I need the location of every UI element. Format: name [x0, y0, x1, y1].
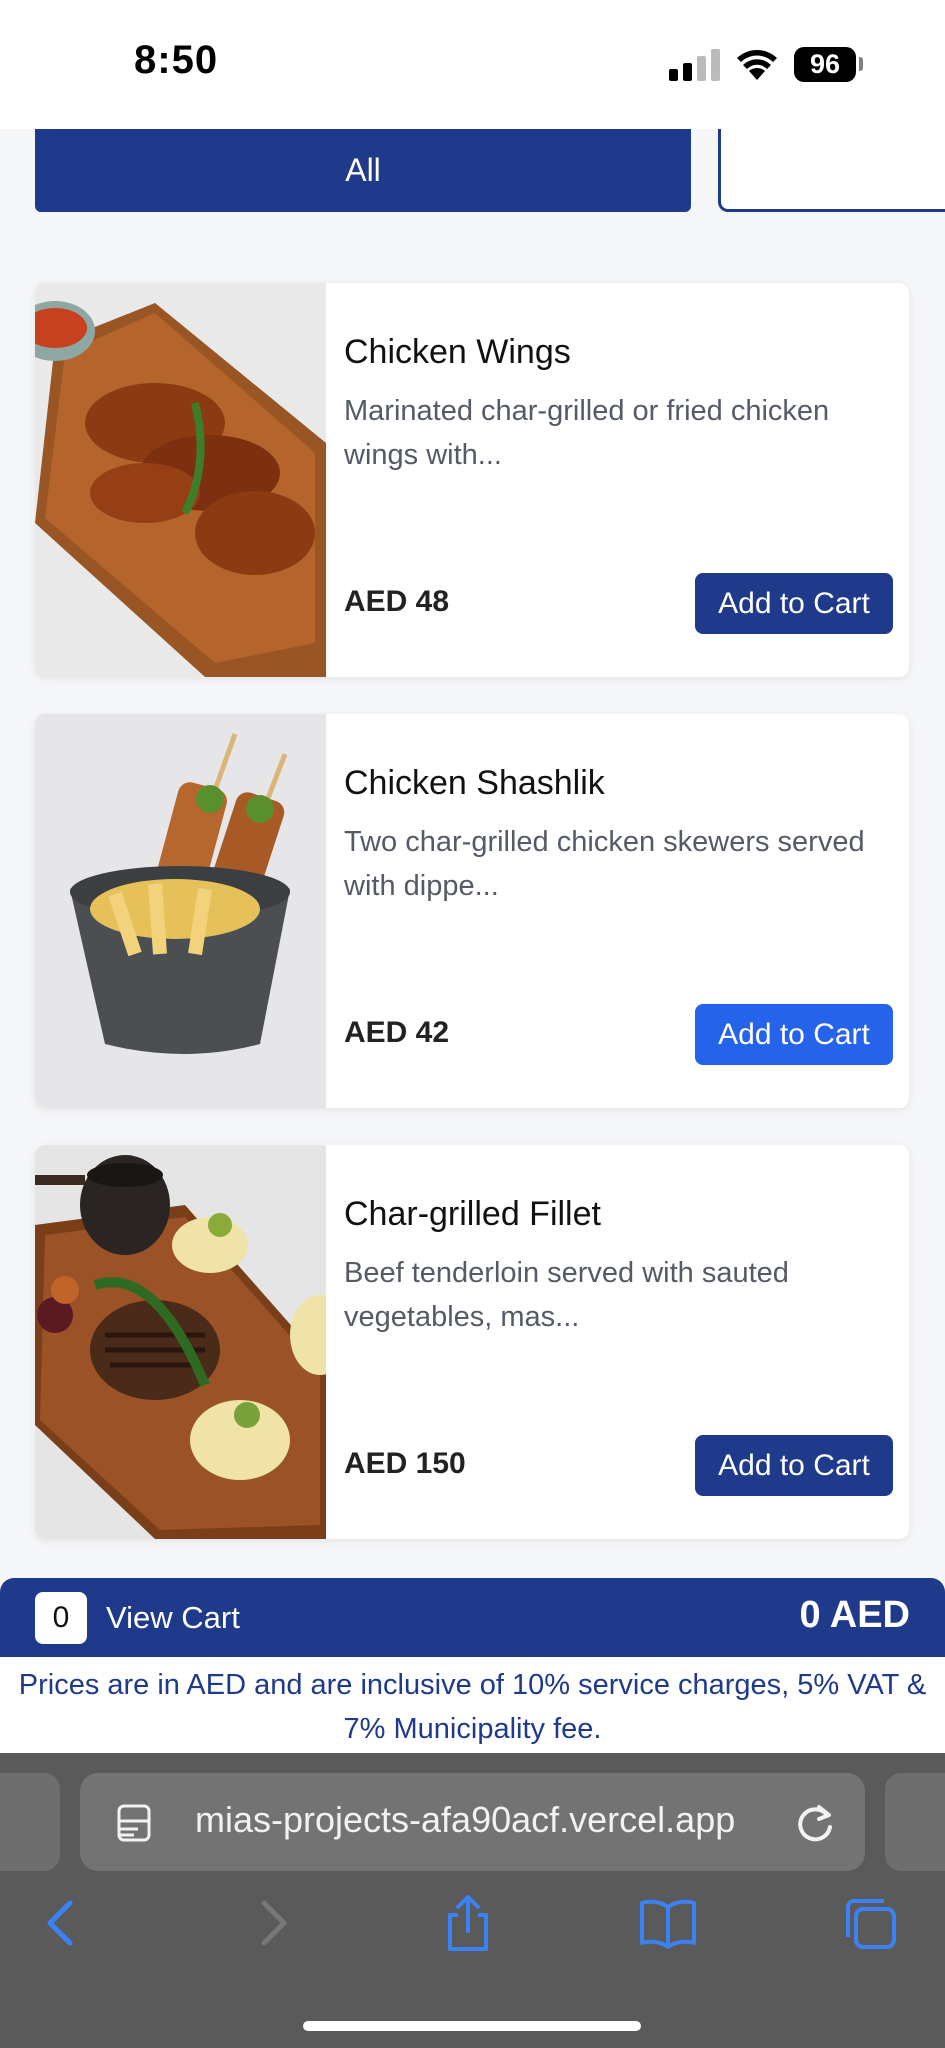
item-price: AED 150 [344, 1447, 466, 1480]
chicken-wings-image [35, 283, 326, 677]
cart-count-badge: 0 [35, 1592, 87, 1644]
cart-total: 0 AED [799, 1594, 910, 1636]
forward-icon[interactable] [240, 1893, 300, 1953]
view-cart-bar[interactable]: 0 View Cart 0 AED [0, 1578, 945, 1657]
previous-tab-peek[interactable] [0, 1773, 60, 1871]
item-description: Beef tenderloin served with sauted veget… [344, 1257, 789, 1333]
item-title: Chicken Shashlik [344, 764, 605, 802]
chicken-shashlik-image [35, 714, 326, 1108]
item-title: Char-grilled Fillet [344, 1195, 601, 1233]
tab-all[interactable]: All [35, 129, 691, 212]
url-text: mias-projects-afa90acf.vercel.app [195, 1799, 736, 1840]
item-price: AED 48 [344, 585, 450, 618]
bookmarks-icon[interactable] [638, 1893, 698, 1953]
menu-item-card: Chicken Wings Marinated char-grilled or … [35, 283, 909, 677]
item-description: Marinated char-grilled or fried chicken … [344, 395, 830, 471]
wifi-icon [737, 50, 777, 80]
cellular-signal-icon [669, 49, 720, 81]
status-time: 8:50 [134, 38, 219, 82]
reload-icon[interactable] [795, 1801, 835, 1843]
char-grilled-fillet-image [35, 1145, 326, 1539]
item-title: Chicken Wings [344, 333, 571, 371]
back-icon[interactable] [34, 1893, 94, 1953]
page-menu-icon[interactable] [116, 1803, 152, 1843]
menu-item-card: Chicken Shashlik Two char-grilled chicke… [35, 714, 909, 1108]
item-description: Two char-grilled chicken skewers served … [344, 826, 865, 902]
price-notice: Prices are in AED and are inclusive of 1… [0, 1657, 945, 1753]
tabs-icon[interactable] [840, 1893, 900, 1953]
battery-tip [859, 57, 863, 71]
menu-item-card: Char-grilled Fillet Beef tenderloin serv… [35, 1145, 909, 1539]
view-cart-label: View Cart [106, 1600, 240, 1635]
item-price: AED 42 [344, 1016, 450, 1049]
home-indicator [303, 2021, 641, 2031]
add-to-cart-button[interactable]: Add to Cart [695, 573, 893, 634]
browser-toolbar: mias-projects-afa90acf.vercel.app [0, 1753, 945, 2048]
tab-next-category[interactable] [718, 129, 945, 212]
share-icon[interactable] [438, 1893, 498, 1953]
browser-nav-row [0, 1893, 945, 1963]
address-bar[interactable]: mias-projects-afa90acf.vercel.app [80, 1773, 865, 1871]
next-tab-peek[interactable] [885, 1773, 945, 1871]
status-bar: 8:50 96 [0, 0, 945, 129]
battery-icon: 96 [794, 47, 856, 82]
add-to-cart-button[interactable]: Add to Cart [695, 1435, 893, 1496]
add-to-cart-button[interactable]: Add to Cart [695, 1004, 893, 1065]
